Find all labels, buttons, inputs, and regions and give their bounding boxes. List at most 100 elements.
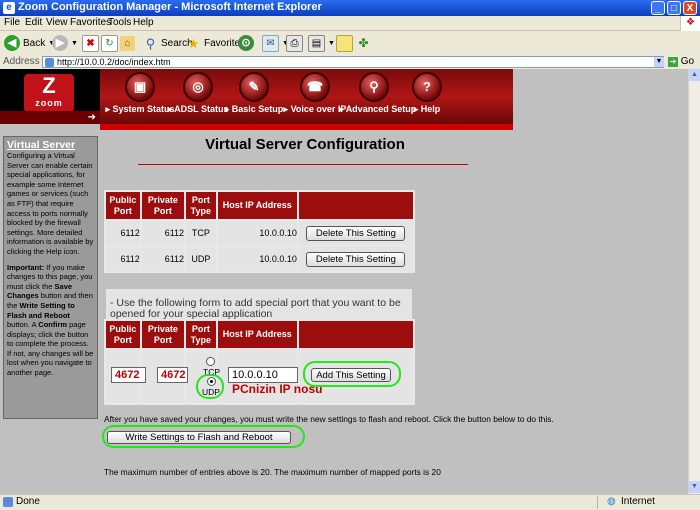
favorites-button[interactable]: ★ Favorites — [186, 34, 245, 52]
page-icon — [45, 58, 54, 67]
system-status-icon: ▣ — [125, 72, 155, 102]
column-header: Port Type — [186, 321, 216, 348]
highlight-udp-radio — [196, 374, 224, 399]
menu-file[interactable]: File — [4, 17, 20, 28]
window-title: Zoom Configuration Manager - Microsoft I… — [18, 1, 322, 13]
internet-zone-icon: ◍ — [607, 496, 616, 507]
edit-button[interactable]: ▤ ▼ — [308, 34, 335, 52]
scroll-up-icon[interactable]: ▲ — [689, 69, 700, 81]
address-label: Address — [3, 56, 40, 67]
status-bar: Done ◍ Internet — [0, 494, 700, 510]
menu-tools[interactable]: Tools — [108, 17, 131, 28]
search-icon: ⚲ — [145, 35, 156, 51]
private-port-input[interactable]: 4672 — [157, 367, 188, 383]
page-done-icon — [3, 497, 13, 507]
column-header: Host IP Address — [217, 192, 297, 219]
go-label: Go — [680, 56, 695, 67]
advanced-setup-icon: ⚲ — [359, 72, 389, 102]
table-row: 6112 6112 UDP 10.0.0.10 Delete This Sett… — [106, 247, 413, 271]
media-icon: ⊙ — [238, 35, 254, 51]
back-button[interactable]: ◀ Back ▼ — [4, 34, 55, 52]
nav-help[interactable]: ? ▸ Help — [392, 69, 462, 115]
title-divider — [138, 164, 468, 165]
page-content: Z zoom ➜ ▣ ▸ System Status ◎ ▸ ADSL Stat… — [0, 69, 688, 494]
nav-label: ▸ Help — [413, 104, 441, 114]
delete-setting-button[interactable]: Delete This Setting — [306, 225, 406, 241]
zoom-header: Z zoom ➜ ▣ ▸ System Status ◎ ▸ ADSL Stat… — [0, 69, 513, 124]
nav-basic-setup[interactable]: ✎ ▸ Basic Setup — [219, 69, 289, 115]
settings-table: Public Port Private Port Port Type Host … — [104, 190, 415, 273]
nav-label: ▸ Basic Setup — [224, 104, 284, 114]
stop-button[interactable]: ✖ — [82, 34, 102, 52]
tcp-radio[interactable] — [206, 357, 215, 366]
address-dropdown-icon[interactable]: ▼ — [654, 57, 664, 67]
toolbar: ◀ Back ▼ ▶ ▼ ✖ ↻ ⌂ ⚲ Search ★ Favorites … — [0, 31, 700, 56]
ie-icon: e — [3, 2, 15, 14]
go-button[interactable]: ➔ Go — [668, 56, 694, 67]
scroll-down-icon[interactable]: ▼ — [689, 481, 700, 493]
windows-logo-icon: ❖ — [680, 16, 700, 31]
edit-icon: ▤ — [308, 34, 325, 52]
page-title: Virtual Server Configuration — [205, 136, 405, 153]
refresh-button[interactable]: ↻ — [101, 34, 121, 52]
column-header: Private Port — [141, 192, 185, 219]
back-arrow-icon: ◀ — [4, 35, 20, 51]
mail-button[interactable]: ✉ ▼ — [262, 34, 289, 52]
public-port-input[interactable]: 4672 — [111, 367, 146, 383]
forward-button[interactable]: ▶ ▼ — [52, 34, 78, 52]
help-icon: ? — [412, 72, 442, 102]
adsl-status-icon: ◎ — [183, 72, 213, 102]
star-icon: ★ — [187, 35, 200, 51]
host-ip-input[interactable]: 10.0.0.10 — [228, 367, 298, 383]
action-column-header — [298, 321, 413, 348]
media-button[interactable]: ⊙ — [238, 34, 257, 52]
header-red-strip — [100, 124, 513, 130]
address-input[interactable]: http://10.0.0.2/doc/index.htm — [42, 56, 664, 68]
print-button[interactable]: ⎙ — [286, 34, 306, 52]
close-button[interactable]: X — [683, 1, 697, 15]
column-header: Private Port — [141, 321, 185, 348]
messenger-icon: ✤ — [358, 35, 369, 50]
column-header: Public Port — [106, 321, 140, 348]
menu-view[interactable]: View — [46, 17, 68, 28]
action-cell: Delete This Setting — [298, 247, 413, 271]
discuss-button[interactable] — [336, 34, 356, 52]
private-port-cell: 6112 — [141, 221, 185, 245]
column-header: Host IP Address — [217, 321, 297, 348]
discuss-icon — [336, 34, 353, 52]
host-ip-cell: 10.0.0.10 — [217, 247, 297, 271]
home-icon: ⌂ — [120, 35, 135, 51]
column-header: Port Type — [186, 192, 216, 219]
minimize-button[interactable]: _ — [651, 1, 665, 15]
stop-icon: ✖ — [82, 34, 99, 52]
zoom-logo[interactable]: Z zoom — [24, 74, 74, 112]
arrow-strip: ➜ — [0, 111, 100, 124]
form-header-row: Public Port Private Port Port Type Host … — [106, 321, 413, 348]
help-body: Configuring a Virtual Server can enable … — [7, 151, 94, 256]
limits-text: The maximum number of entries above is 2… — [104, 467, 441, 477]
home-button[interactable]: ⌂ — [120, 34, 138, 52]
mail-icon: ✉ — [262, 34, 279, 52]
menu-bar: File Edit View Favorites Tools Help — [0, 16, 700, 31]
menu-help[interactable]: Help — [133, 17, 154, 28]
go-arrow-icon: ➔ — [668, 57, 678, 67]
dropdown-arrow-icon: ▼ — [328, 39, 335, 47]
menu-edit[interactable]: Edit — [25, 17, 42, 28]
help-important: Important: If you make changes to this p… — [7, 262, 94, 378]
menu-favorites[interactable]: Favorites — [70, 17, 111, 28]
action-cell: Delete This Setting — [298, 221, 413, 245]
write-settings-button[interactable]: Write Settings to Flash and Reboot — [107, 431, 291, 444]
maximize-button[interactable]: □ — [667, 1, 681, 15]
print-icon: ⎙ — [286, 34, 303, 52]
port-type-cell: TCP — [186, 221, 216, 245]
help-panel: Virtual Server Configuring a Virtual Ser… — [3, 136, 98, 419]
delete-setting-button[interactable]: Delete This Setting — [306, 251, 406, 267]
instructions-text: - Use the following form to add special … — [110, 297, 401, 320]
messenger-button[interactable]: ✤ — [356, 34, 374, 52]
host-ip-cell: 10.0.0.10 — [217, 221, 297, 245]
status-text: Done — [16, 496, 40, 507]
dropdown-arrow-icon: ▼ — [71, 39, 78, 47]
refresh-icon: ↻ — [101, 34, 118, 52]
phone-icon: ☎ — [300, 72, 330, 102]
vertical-scrollbar[interactable]: ▲ ▼ — [688, 69, 700, 494]
